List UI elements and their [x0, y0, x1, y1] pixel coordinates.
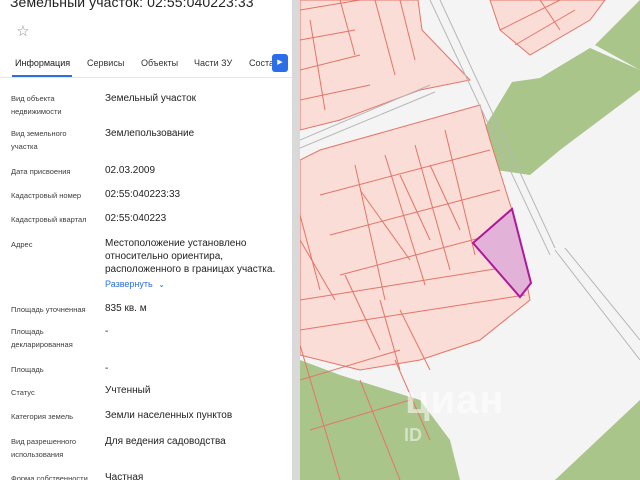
- field-value: Учтенный: [105, 385, 151, 396]
- object-info-panel: Земельный участок: 02:55:040223:33 ☆ Инф…: [0, 0, 292, 480]
- watermark-id: ID: [404, 425, 422, 445]
- field-label: Вид разрешенного использования: [11, 437, 77, 459]
- field-value: 02:55:040223: [105, 213, 167, 224]
- field-value: Для ведения садоводства: [105, 436, 226, 447]
- field-label: Площадь: [11, 365, 44, 374]
- chevron-down-icon: ⌄: [158, 280, 165, 289]
- tab-services[interactable]: Сервисы: [87, 58, 124, 68]
- field-value: -: [105, 363, 109, 374]
- tab-composition[interactable]: Соста: [249, 58, 274, 68]
- watermark-logo: циан: [405, 378, 505, 422]
- field-label: Адрес: [11, 240, 33, 249]
- field-label: Вид земельного участка: [11, 129, 67, 151]
- field-label: Кадастровый номер: [11, 191, 82, 200]
- field-label: Статус: [11, 388, 35, 397]
- expand-address-link[interactable]: Развернуть ⌄: [105, 279, 165, 289]
- field-label: Дата присвоения: [11, 167, 71, 176]
- active-tab-indicator: [12, 75, 72, 77]
- panel-resize-divider[interactable]: [292, 0, 300, 480]
- tab-parts[interactable]: Части ЗУ: [194, 58, 232, 68]
- field-value: Частная: [105, 472, 144, 480]
- field-value: -: [105, 326, 109, 337]
- field-value: Землепользование: [105, 128, 195, 139]
- tab-bar: Информация Сервисы Объекты Части ЗУ Сост…: [0, 52, 292, 78]
- star-icon[interactable]: ☆: [14, 23, 32, 41]
- cadastral-map[interactable]: циан ID: [300, 0, 640, 480]
- field-value: 02.03.2009: [105, 165, 156, 176]
- tab-objects[interactable]: Объекты: [141, 58, 178, 68]
- tab-information[interactable]: Информация: [15, 58, 70, 68]
- field-label: Вид объекта недвижимости: [11, 94, 62, 116]
- field-value: 835 кв. м: [105, 303, 147, 314]
- field-label: Категория земель: [11, 412, 74, 421]
- field-label: Кадастровый квартал: [11, 215, 87, 224]
- field-label: Форма собственности: [11, 474, 88, 480]
- panel-title: Земельный участок: 02:55:040223:33: [10, 0, 254, 10]
- field-value: Местоположение установлено относительно …: [105, 238, 276, 275]
- expand-label: Развернуть: [105, 279, 153, 289]
- field-value: Земельный участок: [105, 93, 197, 104]
- field-label: Площадь уточненная: [11, 305, 86, 314]
- field-label: Площадь декларированная: [11, 327, 73, 349]
- field-value: Земли населенных пунктов: [105, 410, 233, 421]
- field-value: 02:55:040223:33: [105, 189, 181, 200]
- chevron-right-icon[interactable]: ▶: [272, 54, 288, 72]
